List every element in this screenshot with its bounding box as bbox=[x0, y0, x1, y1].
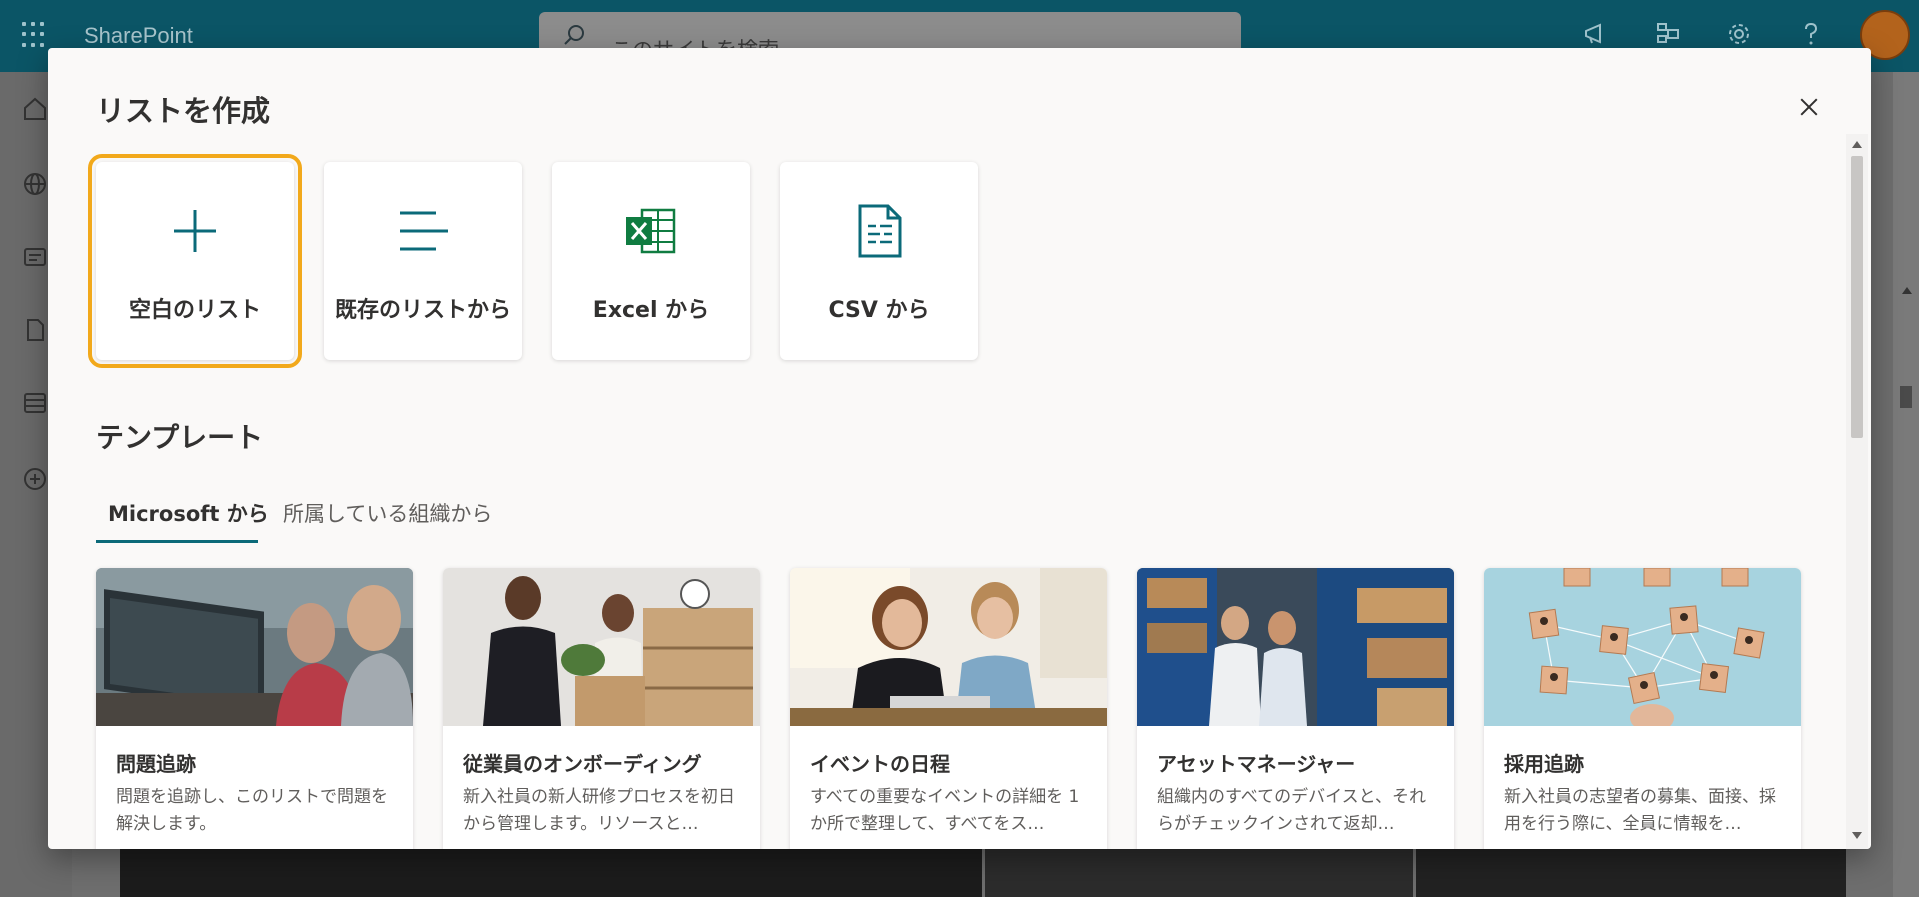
active-tab-indicator bbox=[96, 540, 258, 543]
template-title: イベントの日程 bbox=[810, 752, 950, 776]
template-description: 問題を追跡し、このリストで問題を解決します。 bbox=[116, 787, 388, 834]
template-description: 組織内のすべてのデバイスと、それらがチェックインされて返却… bbox=[1157, 787, 1426, 834]
app-launcher-icon[interactable] bbox=[22, 22, 48, 48]
template-description: 新入社員の志望者の募集、面接、採用を行う際に、全員に情報を… bbox=[1504, 787, 1776, 834]
excel-import-card[interactable]: Excel から bbox=[552, 162, 750, 360]
chat-icon[interactable] bbox=[1654, 20, 1682, 48]
news-icon[interactable] bbox=[22, 244, 48, 270]
template-card-issue-tracker[interactable]: 問題追跡 問題を追跡し、このリストで問題を解決します。 bbox=[96, 568, 413, 849]
template-title: 従業員のオンボーディング bbox=[463, 752, 702, 776]
template-thumbnail bbox=[96, 568, 413, 726]
document-icon[interactable] bbox=[22, 317, 48, 343]
dialog-title: リストを作成 bbox=[96, 94, 271, 128]
page-scroll-up-arrow[interactable] bbox=[1902, 287, 1912, 294]
create-list-dialog: リストを作成 空白のリスト 既存のリストから Excel から CSV から テ… bbox=[48, 48, 1871, 849]
home-icon[interactable] bbox=[22, 96, 48, 122]
template-thumbnail bbox=[790, 568, 1107, 726]
template-thumbnail bbox=[1484, 568, 1801, 726]
template-description: すべての重要なイベントの詳細を 1 か所で整理して、すべてをス… bbox=[810, 787, 1080, 834]
gear-icon[interactable] bbox=[1725, 20, 1753, 48]
existing-list-card[interactable]: 既存のリストから bbox=[324, 162, 522, 360]
add-circle-icon[interactable] bbox=[22, 466, 48, 492]
template-card-onboarding[interactable]: 従業員のオンボーディング 新入社員の新人研修プロセスを初日から管理します。リソー… bbox=[443, 568, 760, 849]
list-icon[interactable] bbox=[22, 390, 48, 416]
scroll-down-arrow[interactable] bbox=[1852, 832, 1862, 839]
template-card-recruitment-tracker[interactable]: 採用追跡 新入社員の志望者の募集、面接、採用を行う際に、全員に情報を… bbox=[1484, 568, 1801, 849]
card-label: Excel から bbox=[592, 298, 710, 323]
csv-file-icon bbox=[858, 204, 902, 258]
scroll-up-arrow[interactable] bbox=[1852, 141, 1862, 148]
search-icon bbox=[564, 25, 584, 45]
background-banner bbox=[120, 848, 982, 897]
template-thumbnail bbox=[443, 568, 760, 726]
card-label: 空白のリスト bbox=[128, 298, 261, 323]
csv-import-card[interactable]: CSV から bbox=[780, 162, 978, 360]
plus-icon bbox=[174, 210, 216, 252]
template-card-asset-manager[interactable]: アセットマネージャー 組織内のすべてのデバイスと、それらがチェックインされて返却… bbox=[1137, 568, 1454, 849]
excel-icon bbox=[626, 208, 676, 254]
card-label: 既存のリストから bbox=[334, 298, 511, 323]
card-label: CSV から bbox=[828, 298, 930, 323]
template-thumbnail bbox=[1137, 568, 1454, 726]
list-lines-icon bbox=[400, 211, 448, 251]
templates-heading: テンプレート bbox=[96, 421, 264, 454]
template-card-event-itinerary[interactable]: イベントの日程 すべての重要なイベントの詳細を 1 か所で整理して、すべてをス… bbox=[790, 568, 1107, 849]
page-scrollbar[interactable] bbox=[1893, 72, 1919, 897]
help-icon[interactable] bbox=[1797, 20, 1825, 48]
scroll-thumb[interactable] bbox=[1851, 156, 1863, 438]
template-title: 採用追跡 bbox=[1504, 752, 1584, 776]
background-banner bbox=[985, 848, 1413, 897]
tab-organization[interactable]: 所属している組織から bbox=[283, 498, 492, 528]
tab-microsoft[interactable]: Microsoft から bbox=[108, 498, 269, 528]
background-banner bbox=[1416, 848, 1846, 897]
page-scroll-thumb[interactable] bbox=[1900, 386, 1912, 408]
template-description: 新入社員の新人研修プロセスを初日から管理します。リソースと… bbox=[463, 787, 735, 834]
template-title: 問題追跡 bbox=[116, 752, 196, 776]
template-title: アセットマネージャー bbox=[1157, 752, 1356, 776]
globe-icon[interactable] bbox=[22, 171, 48, 197]
app-name[interactable]: SharePoint bbox=[84, 23, 193, 49]
megaphone-icon[interactable] bbox=[1582, 20, 1610, 48]
blank-list-card[interactable]: 空白のリスト bbox=[88, 154, 302, 368]
close-icon[interactable] bbox=[1794, 92, 1824, 122]
